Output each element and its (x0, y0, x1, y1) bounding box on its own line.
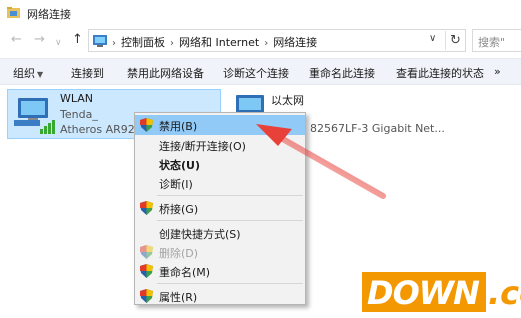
adapter-name: 以太网 (271, 94, 304, 107)
diagnose-connection-button[interactable]: 诊断这个连接 (223, 65, 289, 81)
menu-item-properties[interactable]: 属性(R) (135, 286, 305, 306)
adapter-name: WLAN (60, 92, 94, 105)
menu-item-bridge[interactable]: 桥接(G) (135, 198, 305, 218)
adapter-device: 82567LF-3 Gigabit Net... (310, 122, 445, 135)
refresh-icon[interactable]: ↻ (445, 31, 465, 50)
menu-item-create-shortcut[interactable]: 创建快捷方式(S) (135, 223, 305, 243)
menu-item-label: 禁用(B) (159, 120, 198, 133)
menu-item-rename[interactable]: 重命名(M) (135, 261, 305, 281)
up-arrow-icon[interactable]: ↑ (72, 33, 83, 47)
rename-connection-button[interactable]: 重命名此连接 (309, 65, 375, 81)
breadcrumb-network-connections[interactable]: 网络连接 (273, 36, 317, 49)
uac-shield-icon (140, 245, 153, 259)
uac-shield-icon (140, 264, 153, 278)
menu-item-label: 删除(D) (159, 247, 199, 260)
menu-item-label: 诊断(I) (159, 178, 193, 191)
view-status-button[interactable]: 查看此连接的状态 (396, 65, 484, 81)
adapter-device: Atheros AR927 (60, 123, 142, 136)
menu-separator (157, 283, 303, 284)
search-input[interactable]: 搜索" (472, 29, 521, 52)
disable-device-button[interactable]: 禁用此网络设备 (127, 65, 204, 81)
address-row: ← → ∨ ↑ › 控制面板 › 网络和 Internet › 网络连接 ∨ ↻ 搜索" (0, 27, 521, 55)
menu-separator (157, 195, 303, 196)
control-panel-icon (93, 35, 107, 47)
connect-to-button[interactable]: 连接到 (71, 65, 104, 81)
menu-item-delete[interactable]: 删除(D) (135, 242, 305, 262)
search-placeholder: 搜索" (478, 36, 506, 49)
uac-shield-icon (140, 201, 153, 215)
menu-item-connect-disconnect[interactable]: 连接/断开连接(O) (135, 135, 305, 155)
breadcrumb-control-panel[interactable]: 控制面板 (121, 36, 165, 49)
address-bar[interactable]: › 控制面板 › 网络和 Internet › 网络连接 ∨ ↻ (88, 29, 466, 52)
menu-item-label: 桥接(G) (159, 203, 199, 216)
menu-separator (157, 220, 303, 221)
menu-item-label: 连接/断开连接(O) (159, 140, 246, 153)
back-arrow-icon[interactable]: ← (11, 33, 22, 47)
more-commands-button[interactable]: » (494, 65, 501, 78)
site-watermark-logo: DOWN .cc (362, 271, 521, 312)
menu-item-disable[interactable]: 禁用(B) (135, 115, 305, 135)
menu-item-status[interactable]: 状态(U) (135, 154, 305, 174)
adapter-ssid: Tenda_ (60, 108, 98, 121)
organize-button[interactable]: 组织 ▼ (13, 65, 43, 81)
uac-shield-icon (140, 289, 153, 303)
context-menu: 禁用(B) 连接/断开连接(O) 状态(U) 诊断(I) 桥接(G) 创建快捷方… (134, 112, 306, 305)
command-bar: 组织 ▼ 连接到 禁用此网络设备 诊断这个连接 重命名此连接 查看此连接的状态 » (0, 58, 521, 85)
menu-item-label: 属性(R) (159, 291, 198, 304)
menu-item-label: 状态(U) (159, 159, 200, 172)
network-folder-icon (7, 7, 20, 18)
wireless-adapter-icon (14, 98, 55, 134)
menu-item-diagnose[interactable]: 诊断(I) (135, 173, 305, 193)
breadcrumb-network-internet[interactable]: 网络和 Internet (179, 36, 259, 49)
breadcrumb: › 控制面板 › 网络和 Internet › 网络连接 (112, 36, 318, 49)
address-dropdown-icon[interactable]: ∨ (429, 33, 436, 44)
forward-arrow-icon[interactable]: → (34, 33, 45, 47)
title-bar: 网络连接 (0, 0, 521, 26)
window-title: 网络连接 (27, 8, 71, 21)
uac-shield-icon (140, 118, 153, 132)
menu-item-label: 重命名(M) (159, 266, 211, 279)
recent-chevron-icon[interactable]: ∨ (55, 36, 62, 50)
menu-item-label: 创建快捷方式(S) (159, 228, 241, 241)
